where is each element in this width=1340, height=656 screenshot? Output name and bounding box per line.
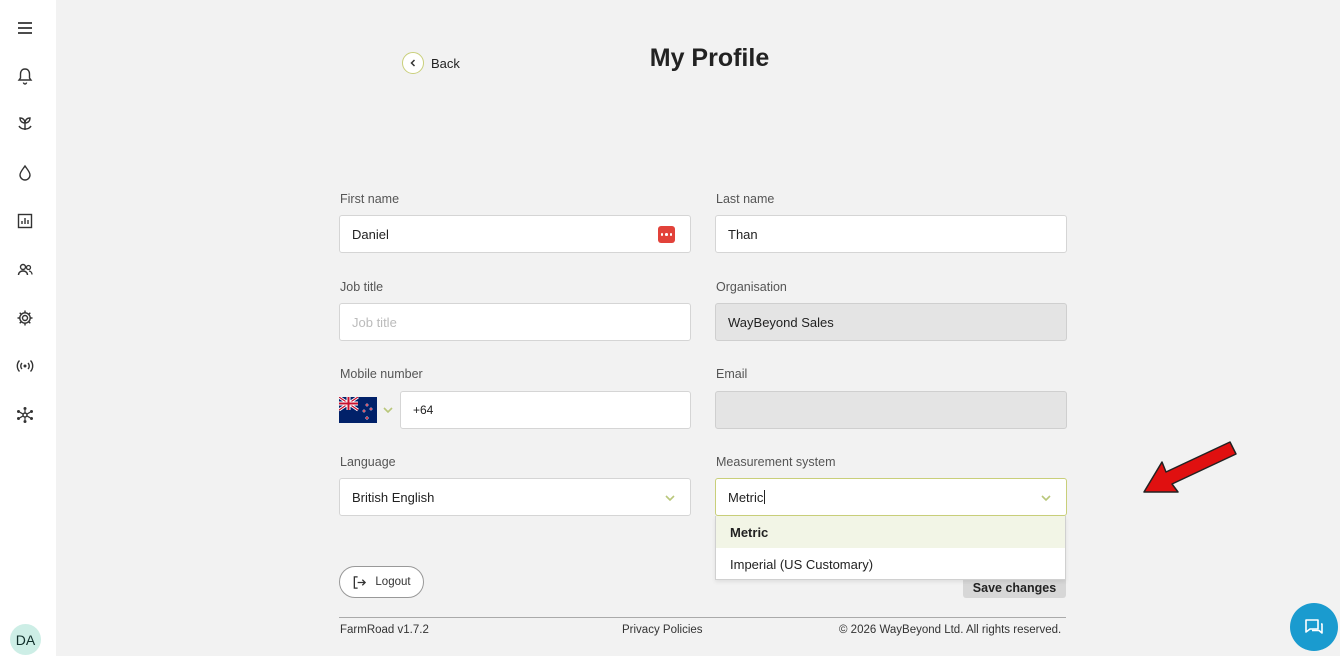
back-label: Back	[431, 55, 460, 71]
avatar[interactable]: DA	[10, 624, 41, 655]
language-select[interactable]: British English	[339, 478, 691, 516]
back-button[interactable]: Back	[402, 52, 460, 74]
chevron-down-icon	[665, 495, 675, 502]
chat-icon	[1305, 619, 1323, 634]
last-name-field[interactable]: Than	[715, 215, 1067, 253]
first-name-label: First name	[340, 192, 400, 206]
job-title-label: Job title	[340, 280, 384, 294]
network-icon[interactable]	[14, 404, 36, 426]
page-title: My Profile	[649, 44, 770, 72]
language-label: Language	[340, 455, 396, 469]
first-name-value: Daniel	[352, 226, 389, 242]
nz-flag-icon[interactable]	[339, 397, 377, 423]
organisation-value: WayBeyond Sales	[728, 314, 834, 330]
mobile-number-label: Mobile number	[340, 367, 423, 381]
logout-button[interactable]: Logout	[339, 566, 424, 598]
broadcast-icon[interactable]	[14, 355, 36, 377]
organisation-label: Organisation	[716, 280, 787, 294]
footer-version: FarmRoad v1.7.2	[340, 624, 429, 636]
chevron-down-icon[interactable]	[382, 404, 394, 416]
option-imperial[interactable]: Imperial (US Customary)	[716, 548, 1065, 580]
menu-icon[interactable]	[14, 17, 36, 39]
text-cursor	[764, 490, 766, 504]
measurement-system-select[interactable]: Metric	[715, 478, 1067, 516]
mobile-number-field[interactable]: +64	[400, 391, 691, 429]
sidebar: DA	[0, 0, 56, 656]
main-content: Back My Profile First name Daniel Last n…	[56, 0, 1340, 656]
chart-icon[interactable]	[14, 210, 36, 232]
email-label: Email	[716, 367, 748, 381]
option-metric[interactable]: Metric	[716, 516, 1065, 548]
job-title-placeholder: Job title	[352, 314, 397, 330]
water-drop-icon[interactable]	[14, 162, 36, 184]
first-name-field[interactable]: Daniel	[339, 215, 691, 253]
footer-copyright: © 2026 WayBeyond Ltd. All rights reserve…	[839, 624, 1062, 636]
logout-icon	[354, 575, 367, 589]
organisation-field: WayBeyond Sales	[715, 303, 1067, 341]
annotation-arrow-icon	[1143, 441, 1237, 493]
chevron-down-icon	[1041, 495, 1051, 502]
email-field	[715, 391, 1067, 429]
last-name-label: Last name	[716, 192, 775, 206]
job-title-field[interactable]: Job title	[339, 303, 691, 341]
password-manager-icon[interactable]	[658, 226, 675, 243]
measurement-system-value: Metric	[728, 489, 764, 505]
chat-support-button[interactable]	[1290, 603, 1338, 651]
last-name-value: Than	[728, 226, 758, 242]
users-icon[interactable]	[14, 259, 36, 281]
bell-icon[interactable]	[14, 65, 36, 87]
gear-icon[interactable]	[14, 307, 36, 329]
measurement-system-dropdown: Metric Imperial (US Customary)	[715, 516, 1066, 580]
privacy-policies-link[interactable]: Privacy Policies	[622, 624, 703, 636]
logout-label: Logout	[375, 576, 411, 588]
chevron-left-icon	[402, 52, 424, 74]
measurement-system-label: Measurement system	[716, 455, 836, 469]
plant-icon[interactable]	[14, 113, 36, 135]
mobile-number-value: +64	[413, 403, 434, 417]
language-value: British English	[352, 489, 435, 505]
footer-divider	[339, 617, 1066, 618]
